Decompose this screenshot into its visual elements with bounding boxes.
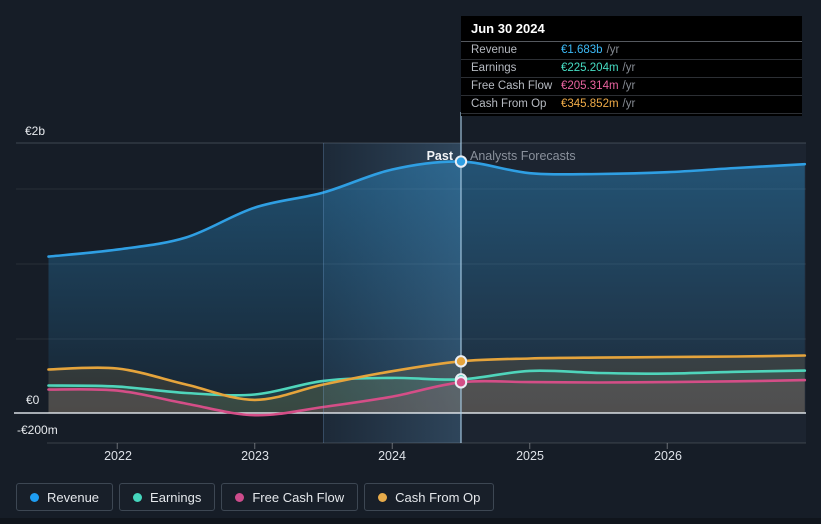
past-region-label: Past	[375, 149, 453, 163]
x-axis-label-2023: 2023	[225, 449, 285, 463]
legend-label: Revenue	[47, 490, 99, 505]
tooltip-suffix: /yr	[607, 42, 620, 59]
legend-item-revenue[interactable]: Revenue	[16, 483, 113, 511]
legend-label: Free Cash Flow	[252, 490, 344, 505]
revenue-dot-icon	[30, 493, 39, 502]
tooltip-label: Free Cash Flow	[471, 78, 561, 95]
tooltip-value: €345.852m	[561, 96, 619, 113]
x-axis-label-2022: 2022	[88, 449, 148, 463]
tooltip-label: Cash From Op	[471, 96, 561, 113]
y-axis-label-neg200m: -€200m	[17, 423, 58, 437]
tooltip-row-revenue: Revenue €1.683b /yr	[461, 42, 802, 60]
tooltip-value: €205.314m	[561, 78, 619, 95]
cash-from-op-divider-marker	[456, 356, 466, 366]
earnings-dot-icon	[133, 493, 142, 502]
tooltip-suffix: /yr	[623, 60, 636, 77]
free-cash-flow-divider-marker	[456, 377, 466, 387]
tooltip-value: €225.204m	[561, 60, 619, 77]
chart-legend: Revenue Earnings Free Cash Flow Cash Fro…	[16, 483, 494, 511]
forecast-region-label: Analysts Forecasts	[470, 149, 576, 163]
earnings-revenue-growth-chart: €2b €0 -€200m 2022 2023 2024 2025 2026 P…	[0, 0, 821, 524]
tooltip-value: €1.683b	[561, 42, 603, 59]
x-axis-label-2025: 2025	[500, 449, 560, 463]
tooltip-label: Revenue	[471, 42, 561, 59]
cash-from-op-dot-icon	[378, 493, 387, 502]
tooltip-row-free-cash-flow: Free Cash Flow €205.314m /yr	[461, 78, 802, 96]
tooltip-suffix: /yr	[623, 78, 636, 95]
legend-item-free-cash-flow[interactable]: Free Cash Flow	[221, 483, 358, 511]
y-axis-label-2b: €2b	[25, 124, 45, 138]
x-axis-label-2026: 2026	[638, 449, 698, 463]
tooltip-suffix: /yr	[623, 96, 636, 113]
legend-item-cash-from-op[interactable]: Cash From Op	[364, 483, 494, 511]
tooltip-label: Earnings	[471, 60, 561, 77]
legend-item-earnings[interactable]: Earnings	[119, 483, 215, 511]
legend-label: Earnings	[150, 490, 201, 505]
tooltip-row-cash-from-op: Cash From Op €345.852m /yr	[461, 96, 802, 114]
tooltip-row-earnings: Earnings €225.204m /yr	[461, 60, 802, 78]
tooltip-date-title: Jun 30 2024	[461, 16, 802, 42]
free-cash-flow-dot-icon	[235, 493, 244, 502]
legend-label: Cash From Op	[395, 490, 480, 505]
revenue-divider-marker	[456, 156, 466, 166]
x-axis-label-2024: 2024	[362, 449, 422, 463]
hover-tooltip: Jun 30 2024 Revenue €1.683b /yr Earnings…	[461, 16, 802, 116]
bottom-edge-strip	[0, 518, 821, 524]
y-axis-label-0: €0	[26, 393, 39, 407]
